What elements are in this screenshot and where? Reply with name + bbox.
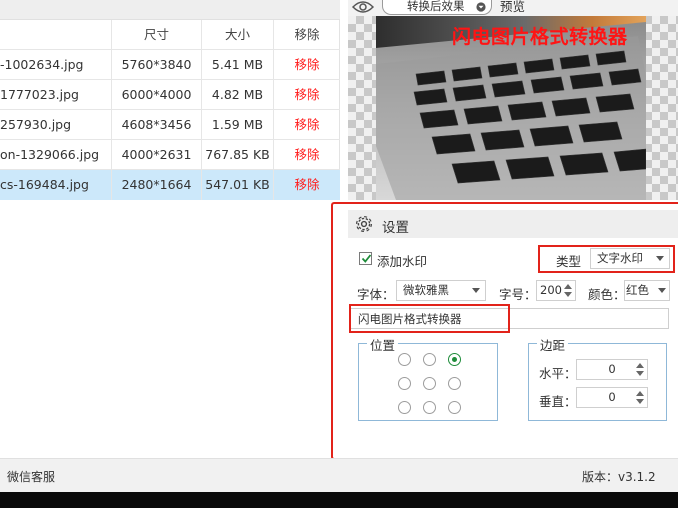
file-dimensions: 2480*1664 [112,170,202,200]
file-name: 1777023.jpg [0,80,112,110]
chevron-down-icon [656,256,664,261]
font-size-value: 200 [540,283,562,297]
table-top-strip [0,0,340,20]
chevron-down-icon [476,2,486,12]
color-label: 颜色： [588,287,626,302]
table-row-selected[interactable]: cs-169484.jpg 2480*1664 547.01 KB 移除 [0,170,340,200]
file-name: 257930.jpg [0,110,112,140]
font-select-value: 微软雅黑 [403,283,449,297]
remove-link[interactable]: 移除 [274,50,340,80]
file-dimensions: 6000*4000 [112,80,202,110]
file-name: cs-169484.jpg [0,170,112,200]
settings-title: 设置 [382,220,409,236]
position-radio-top-center[interactable] [423,353,436,366]
position-group-title: 位置 [367,335,399,354]
table-row[interactable]: 257930.jpg 4608*3456 1.59 MB 移除 [0,110,340,140]
font-size-label: 字号： [499,287,537,302]
add-watermark-label: 添加水印 [377,254,428,269]
font-label: 字体： [357,287,395,302]
preview-label: 预览 [500,0,526,14]
type-label: 类型 [556,254,582,269]
position-radio-middle-right[interactable] [448,377,461,390]
chevron-down-icon [658,288,666,293]
version-label: 版本：v3.1.2 [582,470,656,484]
add-watermark-checkbox[interactable] [359,252,372,265]
preview-watermark-text: 闪电图片格式转换器 [452,26,628,48]
spinner-arrows-icon[interactable] [635,389,645,406]
spinner-arrows-icon[interactable] [635,361,645,378]
file-size: 547.01 KB [202,170,274,200]
file-dimensions: 4000*2631 [112,140,202,170]
font-size-spinner[interactable]: 200 [536,280,576,301]
header-name [0,20,112,50]
position-radio-bottom-center[interactable] [423,401,436,414]
table-row[interactable]: on-1329066.jpg 4000*2631 767.85 KB 移除 [0,140,340,170]
settings-highlight-box [331,202,678,460]
file-size: 4.82 MB [202,80,274,110]
eye-icon[interactable] [352,0,374,14]
gear-icon [355,215,373,233]
vertical-margin-spinner[interactable]: 0 [576,387,648,408]
position-radio-middle-left[interactable] [398,377,411,390]
remove-link[interactable]: 移除 [274,170,340,200]
spinner-arrows-icon[interactable] [563,282,573,299]
horizontal-margin-label: 水平： [539,366,577,381]
color-select[interactable]: 红色 [624,280,670,301]
chevron-down-icon [472,288,480,293]
file-list-table: 尺寸 大小 移除 -1002634.jpg 5760*3840 5.41 MB … [0,0,340,200]
wechat-support-link[interactable]: 微信客服 [7,468,55,485]
effect-select[interactable]: 转换后效果 [382,0,492,15]
status-bar [0,458,678,492]
file-name: on-1329066.jpg [0,140,112,170]
remove-link[interactable]: 移除 [274,80,340,110]
header-remove: 移除 [294,27,320,42]
watermark-type-select[interactable]: 文字水印 [590,248,670,269]
file-name: -1002634.jpg [0,50,112,80]
effect-select-value: 转换后效果 [407,0,465,13]
vertical-margin-label: 垂直： [539,394,577,409]
color-select-value: 红色 [626,283,649,297]
table-row[interactable]: -1002634.jpg 5760*3840 5.41 MB 移除 [0,50,340,80]
file-dimensions: 5760*3840 [112,50,202,80]
position-radio-center[interactable] [423,377,436,390]
position-group: 位置 [358,335,498,421]
header-size: 大小 [202,20,274,50]
file-size: 5.41 MB [202,50,274,80]
watermark-text-input[interactable] [349,308,669,329]
margin-group-title: 边距 [537,335,569,354]
position-radio-top-left[interactable] [398,353,411,366]
file-size: 1.59 MB [202,110,274,140]
position-radio-top-right[interactable] [448,353,461,366]
remove-link[interactable]: 移除 [274,140,340,170]
file-size: 767.85 KB [202,140,274,170]
vertical-margin-value: 0 [608,390,616,404]
font-select[interactable]: 微软雅黑 [396,280,486,301]
horizontal-margin-spinner[interactable]: 0 [576,359,648,380]
taskbar-strip [0,492,678,508]
table-header-row: 尺寸 大小 移除 [0,20,340,50]
watermark-type-value: 文字水印 [597,251,643,265]
preview-canvas: 闪电图片格式转换器 [348,16,678,200]
table-row[interactable]: 1777023.jpg 6000*4000 4.82 MB 移除 [0,80,340,110]
header-dimensions: 尺寸 [112,20,202,50]
file-dimensions: 4608*3456 [112,110,202,140]
position-radio-bottom-right[interactable] [448,401,461,414]
horizontal-margin-value: 0 [608,362,616,376]
position-radio-bottom-left[interactable] [398,401,411,414]
remove-link[interactable]: 移除 [274,110,340,140]
check-icon [361,254,372,263]
